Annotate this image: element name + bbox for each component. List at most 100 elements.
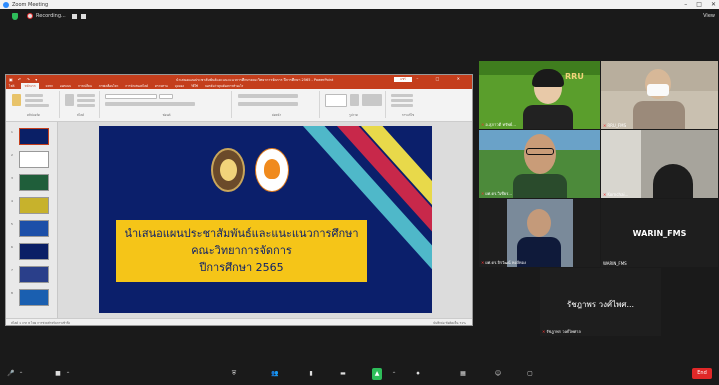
shapes-gallery[interactable] bbox=[325, 94, 347, 107]
faculty-flower-logo bbox=[255, 148, 289, 192]
ppt-statusbar: สไลด์ 1 จาก 8 ไทย การช่วยสำหรับการเข้าถึ… bbox=[6, 318, 472, 326]
replace-button[interactable] bbox=[391, 99, 413, 102]
slide-number: 4 bbox=[11, 199, 13, 203]
list-buttons[interactable] bbox=[238, 94, 298, 98]
format-painter-button[interactable] bbox=[25, 104, 49, 107]
slide-thumbnail-pane: 1 2 3 4 5 6 7 8 bbox=[6, 122, 58, 320]
font-style-buttons[interactable] bbox=[105, 102, 195, 106]
recording-status: Recording... bbox=[36, 13, 66, 19]
participant-name-tag: ✕ Kornchai... bbox=[603, 192, 629, 197]
end-meeting-button[interactable]: End bbox=[692, 368, 712, 379]
slide-thumbnail-5[interactable] bbox=[19, 220, 49, 237]
slide-title-line1: นำเสนอแผนประชาสัมพันธ์และแนะแนวการศึกษา bbox=[124, 227, 359, 240]
group-label-paragraph: ย่อหน้า bbox=[271, 113, 282, 117]
share-options-chevron-icon[interactable]: ^ bbox=[390, 368, 398, 380]
tab-view[interactable]: มุมมอง bbox=[175, 84, 184, 89]
layout-button[interactable] bbox=[77, 94, 95, 97]
slide-canvas[interactable]: นำเสนอแผนประชาสัมพันธ์และแนะแนวการศึกษา … bbox=[99, 126, 432, 313]
participant-hair bbox=[532, 69, 564, 87]
slide-number: 8 bbox=[11, 291, 13, 295]
tab-slideshow[interactable]: การนำเสนอสไลด์ bbox=[125, 84, 148, 89]
mic-muted-icon: ✕ bbox=[481, 260, 485, 265]
tab-file[interactable]: ไฟล์ bbox=[9, 84, 14, 89]
quick-styles-icon[interactable] bbox=[362, 94, 382, 106]
paste-icon[interactable] bbox=[12, 94, 21, 106]
video-tile-participant-3[interactable]: ✕ ผศ.ดร.วิเชียร... bbox=[479, 130, 600, 198]
participant-name-tag: ✕ ผศ.ดร.วิเชียร... bbox=[481, 191, 513, 196]
group-label-editing: การแก้ไข bbox=[401, 113, 415, 117]
cut-button[interactable] bbox=[25, 94, 43, 97]
copy-button[interactable] bbox=[25, 99, 43, 102]
apps-icon[interactable]: ▢ bbox=[525, 368, 535, 380]
video-camera-icon[interactable]: ■ bbox=[52, 368, 64, 380]
slide-thumbnail-1[interactable] bbox=[19, 128, 49, 145]
window-light bbox=[601, 130, 641, 198]
font-family-select[interactable] bbox=[105, 94, 157, 99]
video-tile-participant-2[interactable]: ✕ RRU_FMS bbox=[601, 61, 718, 129]
participant-torso bbox=[633, 101, 685, 129]
reset-button[interactable] bbox=[77, 99, 95, 102]
tab-transitions[interactable]: การเปลี่ยน bbox=[78, 84, 92, 89]
tab-help[interactable]: วิธีใช้ bbox=[191, 84, 198, 89]
ppt-window-controls[interactable]: – □ ✕ bbox=[416, 75, 468, 83]
mute-microphone-icon[interactable]: 🎤 bbox=[6, 368, 16, 380]
slide-title-line3: ปีการศึกษา 2565 bbox=[199, 261, 284, 274]
ribbon-group-clipboard: คลิปบอร์ด bbox=[8, 91, 60, 118]
mic-muted-icon: ✕ bbox=[542, 329, 546, 334]
group-label-font: ฟอนต์ bbox=[162, 113, 171, 117]
ppt-share-button[interactable]: แชร์ bbox=[394, 76, 412, 82]
slide-title-line2: คณะวิทยาการจัดการ bbox=[191, 244, 292, 257]
section-button[interactable] bbox=[77, 104, 95, 107]
select-button[interactable] bbox=[391, 104, 413, 107]
share-screen-icon[interactable]: ▲ bbox=[372, 368, 382, 380]
participant-display-name: WARIN_FMS bbox=[632, 229, 687, 238]
slide-thumbnail-6[interactable] bbox=[19, 243, 49, 260]
audio-options-chevron-icon[interactable]: ^ bbox=[18, 368, 24, 380]
breakout-rooms-icon[interactable]: ▦ bbox=[458, 368, 468, 380]
tab-insert[interactable]: แทรก bbox=[46, 84, 53, 89]
tab-animations[interactable]: ภาพเคลื่อนไหว bbox=[99, 84, 119, 89]
video-options-chevron-icon[interactable]: ^ bbox=[65, 368, 71, 380]
slide-thumbnail-8[interactable] bbox=[19, 289, 49, 306]
ribbon-group-slides: สไลด์ bbox=[62, 91, 100, 118]
chat-icon[interactable]: ▬ bbox=[338, 368, 348, 380]
minimize-button[interactable]: – bbox=[684, 0, 687, 9]
font-size-select[interactable] bbox=[159, 94, 173, 99]
record-icon[interactable]: ⏺ bbox=[412, 368, 424, 380]
security-shield-icon[interactable] bbox=[12, 12, 18, 20]
quick-access-toolbar[interactable]: ▣ ↶ ↷ ▾ bbox=[9, 77, 39, 82]
find-button[interactable] bbox=[391, 94, 413, 97]
tab-design[interactable]: ออกแบบ bbox=[60, 84, 71, 89]
new-slide-icon[interactable] bbox=[65, 94, 74, 106]
window-titlebar: Zoom Meeting – □ ✕ bbox=[0, 0, 719, 9]
video-tile-participant-6[interactable]: WARIN_FMS WARIN_FMS bbox=[601, 199, 718, 267]
pause-recording-icon[interactable] bbox=[71, 13, 77, 19]
participant-name-tag: ✕ อ.สุภาวดี ทรัพย์... bbox=[481, 122, 517, 127]
participant-avatar bbox=[653, 164, 693, 198]
maximize-button[interactable]: □ bbox=[696, 0, 702, 9]
participants-icon[interactable]: 👥 bbox=[268, 368, 282, 380]
arrange-icon[interactable] bbox=[350, 94, 359, 106]
status-view-zoom[interactable]: บันทึกย่อ ข้อคิดเห็น 71% bbox=[433, 321, 466, 326]
slide-thumbnail-2[interactable] bbox=[19, 151, 49, 168]
slide-thumbnail-7[interactable] bbox=[19, 266, 49, 283]
ppt-titlebar: ▣ ↶ ↷ ▾ นำเสนอแผนประชาสัมพันธ์และแนะแนวก… bbox=[6, 75, 472, 83]
stop-recording-icon[interactable] bbox=[80, 13, 86, 19]
close-button[interactable]: ✕ bbox=[711, 0, 716, 9]
tab-review[interactable]: ตรวจทาน bbox=[155, 84, 168, 89]
security-icon[interactable]: ⛨ bbox=[229, 368, 239, 380]
participant-torso bbox=[523, 105, 573, 129]
view-button[interactable]: View bbox=[703, 13, 715, 19]
video-tile-participant-1[interactable]: RRU ✕ อ.สุภาวดี ทรัพย์... bbox=[479, 61, 600, 129]
participant-name-tag: ✕ RRU_FMS bbox=[603, 123, 627, 128]
ribbon-group-paragraph: ย่อหน้า bbox=[234, 91, 320, 118]
video-tile-participant-7[interactable]: รัชฎาพร วงศ์ไพศ... ✕ รัชฎาพร วงศ์ไพศาล bbox=[540, 268, 661, 336]
slide-thumbnail-3[interactable] bbox=[19, 174, 49, 191]
video-tile-participant-5[interactable]: ✕ ผศ.ดร.จิรวัฒน์ หงส์ทอง bbox=[479, 199, 600, 267]
video-tile-participant-4[interactable]: ✕ Kornchai... bbox=[601, 130, 718, 198]
align-buttons[interactable] bbox=[238, 102, 298, 106]
reactions-icon[interactable]: ☺ bbox=[493, 368, 503, 380]
slide-thumbnail-4[interactable] bbox=[19, 197, 49, 214]
tell-me-search[interactable]: บอกฉันว่าคุณต้องการทำอะไร bbox=[205, 84, 243, 89]
polls-icon[interactable]: ▮ bbox=[306, 368, 316, 380]
